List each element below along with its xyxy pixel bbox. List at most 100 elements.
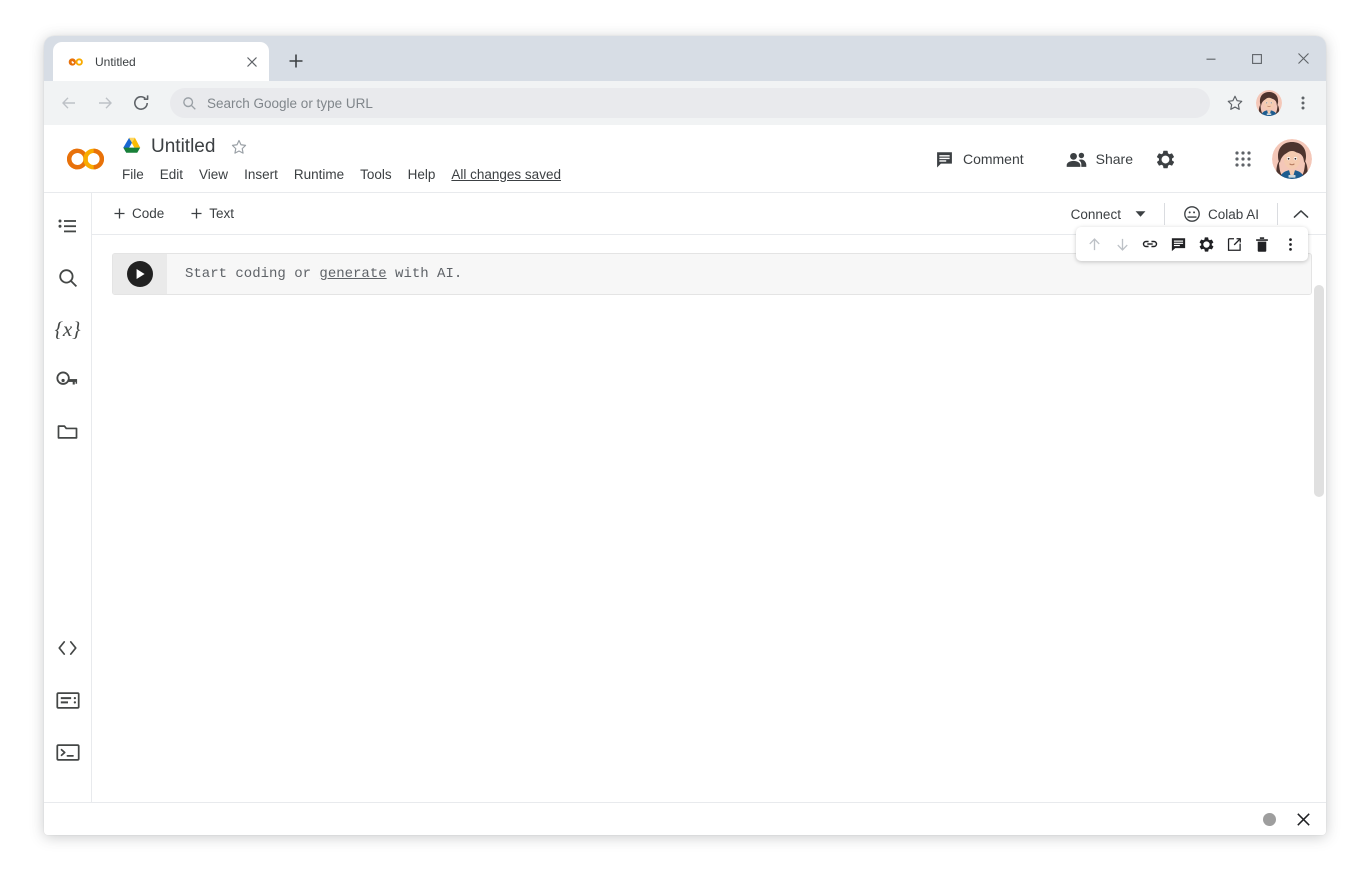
menu-runtime[interactable]: Runtime	[294, 167, 344, 182]
sidebar-item-variables[interactable]: {x}	[48, 309, 88, 349]
omnibox[interactable]: Search Google or type URL	[170, 88, 1210, 118]
share-button[interactable]: Share	[1056, 143, 1143, 176]
window-minimize-button[interactable]	[1188, 36, 1234, 81]
menu-file[interactable]: File	[122, 167, 144, 182]
toolbar-divider	[1277, 203, 1278, 225]
colab-co-logo[interactable]	[58, 146, 114, 172]
browser-tab[interactable]: Untitled	[53, 42, 269, 81]
search-icon	[57, 267, 79, 289]
share-label: Share	[1096, 151, 1133, 167]
reload-button[interactable]	[124, 86, 158, 120]
placeholder-prefix: Start coding or	[185, 266, 319, 282]
code-cell-placeholder: Start coding or generate with AI.	[185, 266, 462, 282]
bookmark-star-icon[interactable]	[1220, 88, 1250, 118]
colab-ai-button[interactable]: Colab AI	[1173, 199, 1269, 229]
browser-tab-title: Untitled	[95, 55, 233, 69]
cell-settings-button[interactable]	[1193, 231, 1219, 257]
browser-tab-strip: Untitled	[44, 36, 1326, 81]
toolbar-divider	[1164, 203, 1165, 225]
colab-ai-label: Colab AI	[1208, 207, 1259, 222]
generate-with-ai-link[interactable]: generate	[319, 266, 386, 282]
plus-icon	[190, 207, 203, 220]
terminal-icon	[56, 743, 80, 762]
browser-window: Untitled	[44, 36, 1326, 835]
chevron-down-icon	[1135, 210, 1146, 218]
menu-insert[interactable]: Insert	[244, 167, 278, 182]
code-cell-wrapper: Start coding or generate with AI.	[112, 253, 1312, 295]
colab-header: Untitled File Edit View Insert Runtime T…	[44, 125, 1326, 193]
window-maximize-button[interactable]	[1234, 36, 1280, 81]
chevron-up-icon	[1293, 209, 1309, 219]
link-to-cell-button[interactable]	[1137, 231, 1163, 257]
add-comment-button[interactable]	[1165, 231, 1191, 257]
add-text-cell-button[interactable]: Text	[181, 201, 243, 226]
sidebar-item-find-replace[interactable]	[48, 258, 88, 298]
browser-menu-icon[interactable]	[1288, 88, 1318, 118]
apps-grid-icon	[1234, 150, 1252, 168]
notebook-area: Code Text Connect	[92, 193, 1326, 802]
notebook-scrollbar-track[interactable]	[1312, 235, 1326, 802]
code-brackets-icon	[56, 638, 79, 658]
back-button[interactable]	[52, 86, 86, 120]
window-close-button[interactable]	[1280, 36, 1326, 81]
cell-toolbar	[1076, 227, 1308, 261]
move-cell-down-button[interactable]	[1109, 231, 1135, 257]
comment-icon	[935, 150, 954, 169]
command-palette-icon	[56, 691, 80, 710]
sidebar-item-secrets[interactable]	[48, 360, 88, 400]
browser-profile-avatar[interactable]	[1256, 90, 1282, 116]
save-status-link[interactable]: All changes saved	[451, 167, 561, 182]
cell-gutter	[113, 254, 167, 294]
omnibox-placeholder-text: Search Google or type URL	[207, 96, 373, 111]
connect-button[interactable]: Connect	[1061, 201, 1156, 228]
run-cell-button[interactable]	[127, 261, 153, 287]
variables-braces-icon: {x}	[54, 317, 80, 342]
key-icon	[56, 369, 79, 392]
sidebar-item-terminal[interactable]	[48, 732, 88, 772]
comment-button[interactable]: Comment	[925, 143, 1034, 176]
google-apps-button[interactable]	[1226, 142, 1260, 176]
menu-help[interactable]: Help	[408, 167, 436, 182]
forward-button[interactable]	[88, 86, 122, 120]
colab-logo-icon	[67, 53, 85, 71]
sidebar-item-files[interactable]	[48, 411, 88, 451]
people-icon	[1066, 150, 1087, 169]
menu-view[interactable]: View	[199, 167, 228, 182]
add-text-cell-label: Text	[209, 206, 234, 221]
google-drive-icon[interactable]	[122, 137, 142, 157]
add-code-cell-button[interactable]: Code	[104, 201, 173, 226]
mirror-cell-button[interactable]	[1221, 231, 1247, 257]
user-avatar[interactable]	[1272, 139, 1312, 179]
browser-toolbar: Search Google or type URL	[44, 81, 1326, 125]
more-cell-actions-button[interactable]	[1277, 231, 1303, 257]
plus-icon	[113, 207, 126, 220]
move-cell-up-button[interactable]	[1081, 231, 1107, 257]
menu-tools[interactable]: Tools	[360, 167, 392, 182]
play-icon	[135, 268, 146, 280]
window-controls	[1188, 36, 1326, 81]
colab-header-actions: Comment Share	[925, 125, 1312, 193]
new-tab-button[interactable]	[281, 46, 311, 76]
sidebar-item-command-palette[interactable]	[48, 680, 88, 720]
browser-tab-close-icon[interactable]	[243, 53, 261, 71]
menu-edit[interactable]: Edit	[160, 167, 183, 182]
star-outline-icon[interactable]	[230, 138, 248, 156]
collapse-toolbar-button[interactable]	[1286, 199, 1316, 229]
left-sidebar: {x}	[44, 193, 92, 802]
search-icon	[182, 96, 197, 111]
colab-main-body: {x}	[44, 193, 1326, 802]
placeholder-suffix: with AI.	[387, 266, 463, 282]
notebook-scrollbar-thumb[interactable]	[1314, 285, 1324, 497]
page-title[interactable]: Untitled	[151, 136, 215, 158]
sidebar-item-code-snippets[interactable]	[48, 628, 88, 668]
colab-menu-bar: File Edit View Insert Runtime Tools Help…	[122, 164, 561, 184]
status-circle-icon	[1263, 813, 1276, 826]
folder-icon	[56, 420, 79, 443]
settings-button[interactable]	[1147, 141, 1184, 178]
status-bar	[44, 802, 1326, 835]
status-bar-close-button[interactable]	[1294, 810, 1312, 828]
notebook-title-block: Untitled File Edit View Insert Runtime T…	[122, 133, 561, 184]
delete-cell-button[interactable]	[1249, 231, 1275, 257]
list-icon	[57, 216, 79, 238]
sidebar-item-table-of-contents[interactable]	[48, 207, 88, 247]
